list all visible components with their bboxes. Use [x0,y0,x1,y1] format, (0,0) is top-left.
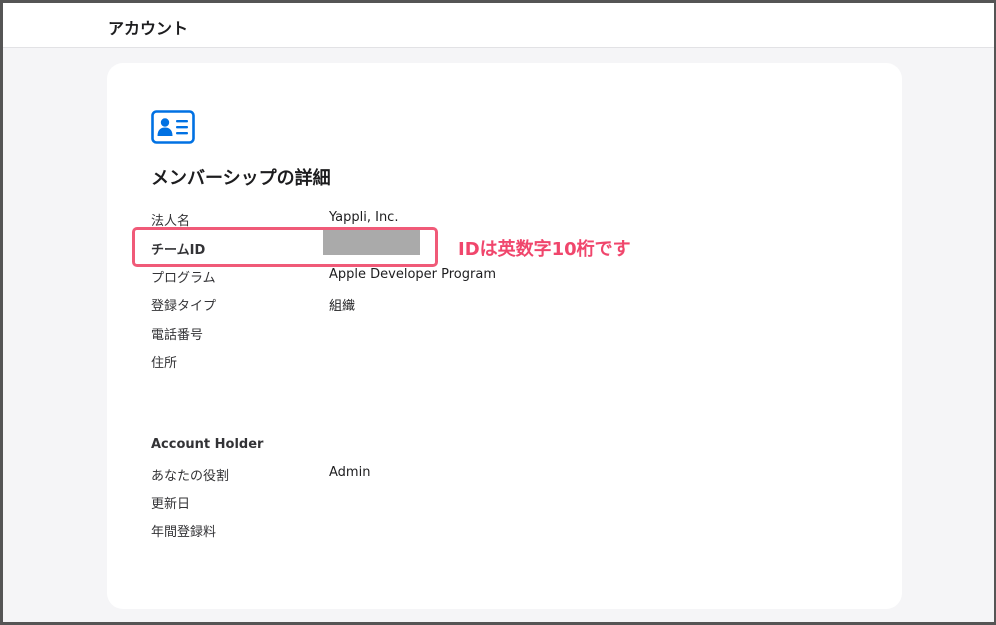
team-id-callout: IDは英数字10桁です [458,239,631,260]
row-program: プログラム Apple Developer Program [151,267,511,287]
row-value: Admin [329,465,371,480]
row-label: 登録タイプ [151,299,217,314]
row-enrollment-type: 登録タイプ 組織 [151,295,511,315]
row-label: あなたの役割 [151,469,230,484]
membership-card: メンバーシップの詳細 法人名 Yappli, Inc. チームID プログラム … [107,63,902,609]
row-label: 更新日 [151,497,191,512]
row-label: 電話番号 [151,328,204,343]
row-phone: 電話番号 [151,324,511,344]
contact-card-icon [151,110,195,144]
team-id-highlight-box [132,227,438,267]
membership-details-title: メンバーシップの詳細 [151,168,331,189]
row-label: プログラム [151,271,216,286]
row-value: 組織 [329,299,356,314]
app-window: アカウント メンバーシップの詳細 法人名 Yappli, Inc. チームID … [0,0,996,625]
page-title: アカウント [108,19,189,38]
row-value: Yappli, Inc. [329,210,399,225]
account-holder-heading: Account Holder [151,437,264,452]
row-address: 住所 [151,352,511,372]
row-label: 住所 [151,356,178,371]
row-annual-fee: 年間登録料 [151,521,511,541]
row-label: 年間登録料 [151,525,217,540]
row-renewal-date: 更新日 [151,493,511,513]
row-value: Apple Developer Program [329,267,496,282]
row-your-role: あなたの役割 Admin [151,465,511,485]
top-bar: アカウント [3,3,994,48]
